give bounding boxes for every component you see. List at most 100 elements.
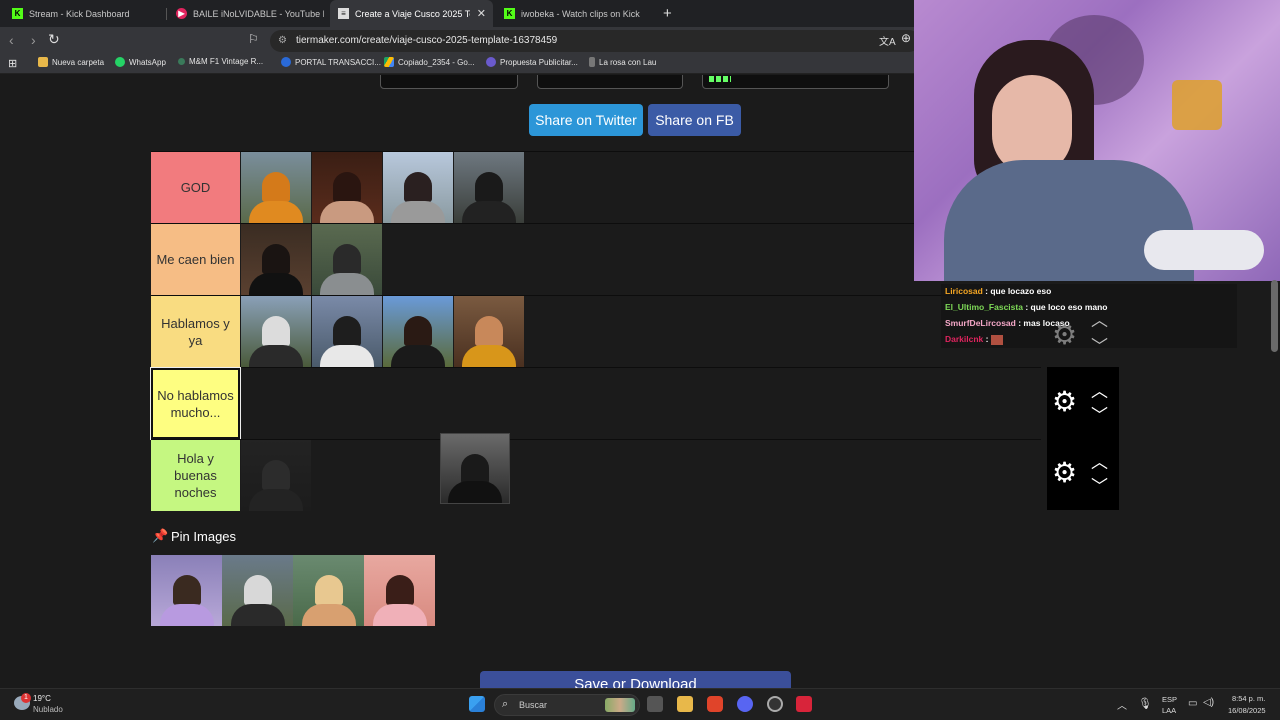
tier-image[interactable] bbox=[454, 296, 524, 367]
tier-image[interactable] bbox=[383, 296, 453, 367]
gear-icon[interactable]: ⚙ bbox=[1052, 458, 1077, 488]
promo-button[interactable] bbox=[702, 75, 889, 89]
save-or-download-button[interactable]: Save or Download bbox=[480, 671, 791, 688]
back-icon[interactable]: ‹ bbox=[9, 32, 14, 48]
tier-label[interactable]: Me caen bien bbox=[151, 224, 240, 295]
pin-icon: 📌 bbox=[152, 528, 169, 543]
bookmark-copiado[interactable]: Copiado_2354 - Go... bbox=[384, 57, 475, 67]
chevron-up-icon[interactable]: ︿ bbox=[1117, 697, 1127, 712]
chevron-up-icon[interactable]: ︿ bbox=[1091, 377, 1108, 402]
clock-time[interactable]: 8:54 p. m. bbox=[1232, 694, 1265, 703]
obs-icon[interactable] bbox=[767, 696, 783, 712]
microphone-icon[interactable]: 🎙 bbox=[1138, 697, 1152, 710]
bookmark-la-rosa[interactable]: La rosa con Lau bbox=[589, 57, 656, 67]
tier-row-god: GOD bbox=[151, 151, 1041, 223]
tab-youtube[interactable]: ▶ BAILE iNoLVIDABLE - YouTube M bbox=[168, 0, 324, 27]
emote-icon bbox=[990, 334, 1003, 345]
pin-image[interactable] bbox=[222, 555, 293, 626]
zoom-icon[interactable]: ⊕ bbox=[901, 31, 911, 45]
chevron-down-icon[interactable]: ﹀ bbox=[1091, 332, 1108, 357]
pin-image[interactable] bbox=[293, 555, 364, 626]
chevron-down-icon[interactable]: ﹀ bbox=[1091, 401, 1108, 426]
bookmark-nueva-carpeta[interactable]: Nueva carpeta bbox=[38, 57, 104, 67]
tier-row-hablamos-y-ya: Hablamos y ya bbox=[151, 295, 1041, 367]
bookmark-whatsapp[interactable]: WhatsApp bbox=[115, 57, 166, 67]
folder-icon bbox=[38, 57, 48, 67]
chevron-up-icon[interactable]: ︿ bbox=[1091, 306, 1108, 331]
pin-image[interactable] bbox=[364, 555, 435, 626]
bookmark-propuesta[interactable]: Propuesta Publicitar... bbox=[486, 57, 578, 67]
forward-icon[interactable]: › bbox=[31, 32, 36, 48]
tier-image[interactable] bbox=[312, 224, 382, 295]
tier-image[interactable] bbox=[241, 296, 311, 367]
chevron-down-icon[interactable]: ﹀ bbox=[1091, 472, 1108, 497]
tiermaker-icon: ≡ bbox=[338, 8, 349, 19]
bars-icon bbox=[709, 76, 731, 82]
input-language[interactable]: ESP bbox=[1162, 695, 1177, 704]
google-play-button[interactable] bbox=[537, 75, 683, 89]
weather-description[interactable]: Nublado bbox=[33, 705, 63, 714]
tier-image-drop-placeholder bbox=[241, 440, 311, 511]
tier-image[interactable] bbox=[241, 152, 311, 223]
tier-label[interactable]: Hablamos y ya bbox=[151, 296, 240, 367]
app-store-button[interactable] bbox=[380, 75, 518, 89]
tab-title: Stream - Kick Dashboard bbox=[29, 8, 130, 19]
taskbar-search[interactable]: ⌕ Buscar bbox=[494, 694, 640, 716]
share-twitter-button[interactable]: Share on Twitter bbox=[529, 104, 643, 136]
apps-grid-icon[interactable]: ⊞ bbox=[8, 57, 17, 70]
volume-icon[interactable]: ◁) bbox=[1203, 697, 1214, 708]
bookmark-mm-f1[interactable]: M&M F1 Vintage R... bbox=[178, 57, 263, 66]
bookmark-portal[interactable]: PORTAL TRANSACCI... bbox=[281, 57, 381, 67]
tier-row-no-hablamos-mucho: No hablamos mucho... bbox=[150, 367, 1041, 440]
tier-image[interactable] bbox=[241, 224, 311, 295]
tab-kick-dashboard[interactable]: K Stream - Kick Dashboard bbox=[4, 0, 164, 27]
new-tab-button[interactable]: + bbox=[663, 5, 672, 22]
brave-browser-icon[interactable] bbox=[707, 696, 723, 712]
tier-label[interactable]: Hola y buenas noches bbox=[151, 440, 240, 511]
task-view-icon[interactable] bbox=[647, 696, 663, 712]
page-scrollbar[interactable] bbox=[1271, 280, 1278, 352]
input-layout[interactable]: LAA bbox=[1162, 706, 1176, 715]
tab-title: iwobeka - Watch clips on Kick bbox=[521, 8, 640, 19]
discord-icon[interactable] bbox=[737, 696, 753, 712]
chat-message: Darkilcnk : bbox=[945, 334, 1003, 345]
tier-image[interactable] bbox=[383, 152, 453, 223]
translate-icon[interactable]: 文A bbox=[879, 33, 896, 48]
tier-controls: ⚙ ︿ ﹀ bbox=[1047, 438, 1119, 510]
microphone bbox=[1144, 230, 1264, 270]
chevron-up-icon[interactable]: ︿ bbox=[1091, 448, 1108, 473]
tier-row-hola-y-buenas-noches: Hola y buenas noches bbox=[151, 433, 1041, 511]
pin-image[interactable] bbox=[151, 555, 222, 626]
windows-start-icon[interactable] bbox=[469, 696, 485, 712]
tier-label[interactable]: No hablamos mucho... bbox=[150, 367, 241, 440]
weather-temperature[interactable]: 19°C bbox=[33, 694, 51, 703]
url-text[interactable]: tiermaker.com/create/viaje-cusco-2025-te… bbox=[296, 35, 557, 46]
app-icon[interactable] bbox=[796, 696, 812, 712]
tab-tiermaker[interactable]: ≡ Create a Viaje Cusco 2025 Temp ✕ bbox=[330, 0, 493, 27]
omnibox[interactable]: ⚙ tiermaker.com/create/viaje-cusco-2025-… bbox=[270, 30, 920, 52]
reload-icon[interactable]: ↻ bbox=[48, 31, 60, 48]
tier-image[interactable] bbox=[312, 296, 382, 367]
pin-images-title: Pin Images bbox=[171, 529, 237, 544]
gear-icon[interactable]: ⚙ bbox=[1052, 318, 1077, 351]
network-icon[interactable]: ▭ bbox=[1188, 698, 1197, 709]
share-fb-button[interactable]: Share on FB bbox=[648, 104, 741, 136]
tier-label[interactable]: GOD bbox=[151, 152, 240, 223]
streamer-webcam bbox=[914, 0, 1280, 281]
tier-row-me-caen-bien: Me caen bien bbox=[151, 223, 1041, 295]
youtube-icon: ▶ bbox=[176, 8, 187, 19]
tier-image[interactable] bbox=[454, 152, 524, 223]
tier-image-dragging[interactable] bbox=[440, 433, 510, 504]
gear-icon[interactable]: ⚙ bbox=[1052, 387, 1077, 417]
drive-icon bbox=[384, 57, 394, 67]
clock-date[interactable]: 16/08/2025 bbox=[1228, 706, 1266, 715]
file-explorer-icon[interactable] bbox=[677, 696, 693, 712]
site-info-icon[interactable]: ⚙ bbox=[278, 35, 287, 46]
close-tab-icon[interactable]: ✕ bbox=[477, 7, 486, 20]
search-icon: ⌕ bbox=[502, 698, 509, 710]
bookmark-icon[interactable]: ⚐ bbox=[248, 32, 259, 46]
tier-image[interactable] bbox=[312, 152, 382, 223]
tab-title: Create a Viaje Cusco 2025 Temp bbox=[355, 8, 470, 19]
tab-kick-clips[interactable]: K iwobeka - Watch clips on Kick bbox=[496, 0, 656, 27]
tab-title: BAILE iNoLVIDABLE - YouTube M bbox=[193, 8, 324, 19]
